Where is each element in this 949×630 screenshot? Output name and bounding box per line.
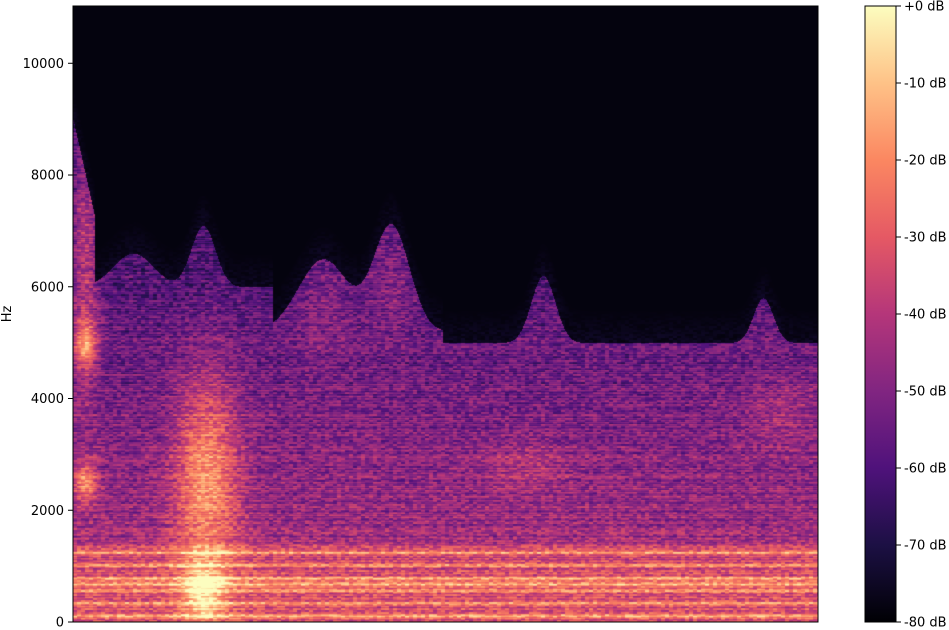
colorbar-gradient <box>865 6 896 622</box>
spectrogram-image <box>73 6 818 622</box>
y-tick-label: 0 <box>56 616 64 630</box>
plot-area <box>72 5 819 623</box>
colorbar-tick-label: -10 dB <box>904 77 947 92</box>
colorbar-tick-label: -60 dB <box>904 462 947 477</box>
y-tick-label: 8000 <box>31 169 64 184</box>
colorbar-tick-label: +0 dB <box>904 0 944 15</box>
y-axis: 0 2000 4000 6000 8000 10000 <box>23 57 73 630</box>
colorbar-tick-label: -70 dB <box>904 539 947 554</box>
colorbar-tick-label: -50 dB <box>904 385 947 400</box>
y-tick-label: 10000 <box>23 57 64 72</box>
y-tick-label: 4000 <box>31 392 64 407</box>
colorbar-tick-label: -20 dB <box>904 154 947 169</box>
y-axis-label: Hz <box>0 306 15 323</box>
y-tick-label: 6000 <box>31 280 64 295</box>
colorbar-tick-label: -30 dB <box>904 231 947 246</box>
colorbar-tick-label: -80 dB <box>904 616 947 630</box>
spectrogram-chart: 0 2000 4000 6000 8000 10000 Hz +0 dB -10 dB -20… <box>0 0 947 630</box>
y-tick-label: 2000 <box>31 504 64 519</box>
colorbar: +0 dB -10 dB -20 dB -30 dB -40 dB -50 dB -60 d… <box>864 0 947 630</box>
colorbar-tick-label: -40 dB <box>904 308 947 323</box>
colorbar-axis: +0 dB -10 dB -20 dB -30 dB -40 dB -50 dB -60 d… <box>896 0 947 630</box>
